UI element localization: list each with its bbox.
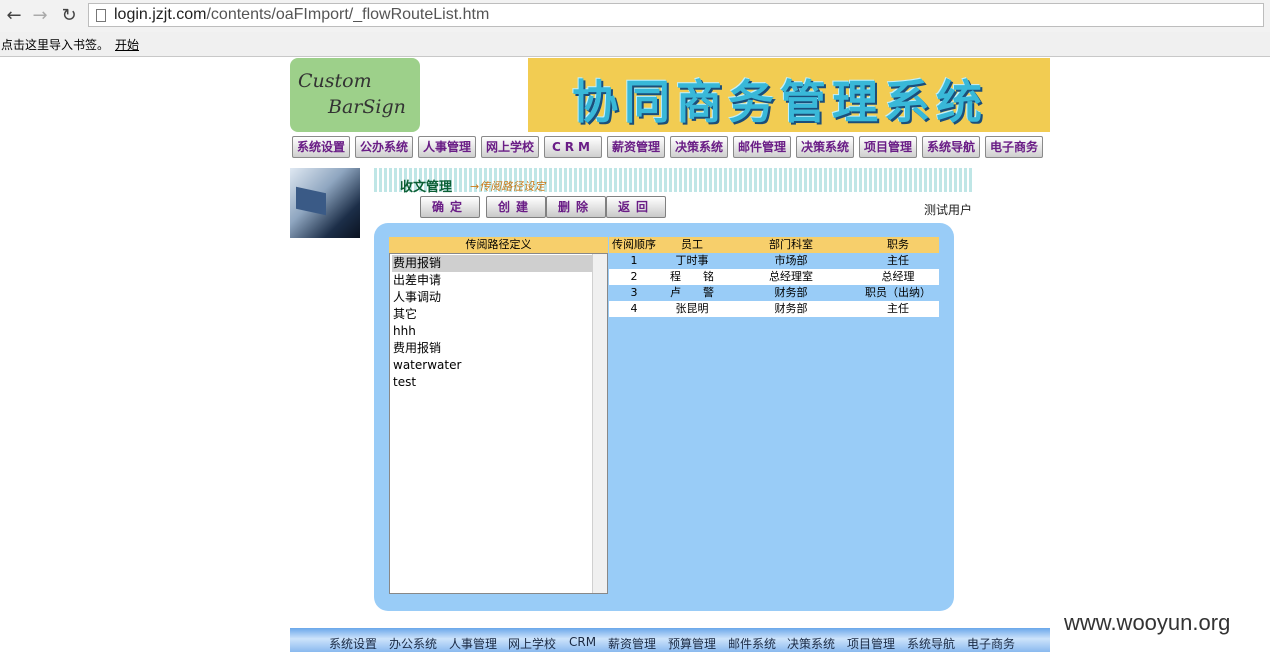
cell-employee: 张昆明: [675, 302, 709, 315]
section-header: 收文管理 →传阅路径设定: [374, 168, 974, 195]
cell-order: 3: [630, 286, 638, 299]
menu-item[interactable]: 项目管理: [859, 136, 917, 158]
cell-order: 1: [630, 254, 638, 267]
cell-position: 主任: [887, 302, 909, 315]
current-user: 测试用户: [924, 203, 973, 217]
list-item[interactable]: 费用报销: [392, 340, 594, 357]
confirm-button[interactable]: 确定: [420, 196, 480, 218]
cell-employee: 卢 警: [670, 286, 714, 299]
list-item[interactable]: hhh: [392, 323, 594, 340]
cell-department: 财务部: [774, 286, 808, 299]
footer-link[interactable]: 人事管理: [449, 635, 497, 652]
menu-item[interactable]: 人事管理: [418, 136, 476, 158]
cell-employee: 丁时事: [675, 254, 709, 267]
grid-header: 传阅顺序 员工 部门科室 职务: [609, 237, 939, 253]
cell-position: 主任: [887, 254, 909, 267]
menu-item[interactable]: 系统设置: [292, 136, 350, 158]
col-header-order: 传阅顺序: [612, 238, 656, 251]
company-logo: Custom BarSign: [290, 58, 420, 132]
list-item[interactable]: 人事调动: [392, 289, 594, 306]
menu-item[interactable]: 决策系统: [670, 136, 728, 158]
cell-position: 职员（出纳）: [865, 286, 931, 299]
menu-item[interactable]: 邮件管理: [733, 136, 791, 158]
cell-department: 市场部: [774, 254, 808, 267]
list-item[interactable]: 费用报销: [392, 255, 594, 272]
listbox-scrollbar[interactable]: [592, 254, 607, 593]
logo-text-line1: Custom: [298, 70, 372, 92]
cell-order: 4: [630, 302, 638, 315]
section-subtitle: →传阅路径设定: [470, 180, 546, 193]
watermark-text: www.wooyun.org: [1064, 610, 1231, 635]
system-title: 协同商务管理系统: [572, 75, 988, 129]
page-icon: [96, 9, 106, 22]
menu-item[interactable]: 公办系统: [355, 136, 413, 158]
forward-arrow-icon[interactable]: →: [28, 4, 52, 28]
footer-link[interactable]: 电子商务: [967, 635, 1015, 652]
footer-link[interactable]: 系统设置: [329, 635, 377, 652]
reload-icon[interactable]: ↻: [57, 4, 81, 28]
table-row[interactable]: 4 张昆明 财务部 主任: [609, 301, 939, 317]
logo-text-line2: BarSign: [328, 96, 406, 118]
list-item[interactable]: test: [392, 374, 594, 391]
bookmarks-bar: 点击这里导入书签。 开始: [0, 32, 1270, 57]
address-bar[interactable]: login.jzjt.com/contents/oaFImport/_flowR…: [88, 3, 1264, 27]
table-row[interactable]: 2 程 铭 总经理室 总经理: [609, 269, 939, 285]
col-header-employee: 员工: [681, 238, 703, 251]
list-item[interactable]: 其它: [392, 306, 594, 323]
footer-link[interactable]: CRM: [569, 635, 596, 649]
footer-link[interactable]: 邮件系统: [728, 635, 776, 652]
section-title: 收文管理: [400, 180, 453, 195]
route-list-header: 传阅路径定义: [389, 237, 608, 253]
footer-link[interactable]: 办公系统: [389, 635, 437, 652]
bookmarks-prompt[interactable]: 点击这里导入书签。: [1, 36, 109, 53]
bookmarks-start-link[interactable]: 开始: [115, 36, 139, 53]
back-arrow-icon[interactable]: ←: [2, 4, 26, 28]
footer-link[interactable]: 网上学校: [508, 635, 556, 652]
route-listbox[interactable]: 费用报销 出差申请 人事调动 其它 hhh 费用报销 waterwater te…: [389, 253, 608, 594]
menu-item[interactable]: CRM: [544, 136, 602, 158]
footer-link[interactable]: 预算管理: [668, 635, 716, 652]
menu-item[interactable]: 电子商务: [985, 136, 1043, 158]
footer-link[interactable]: 决策系统: [787, 635, 835, 652]
url-text: login.jzjt.com/contents/oaFImport/_flowR…: [114, 6, 490, 23]
top-menu: 系统设置 公办系统 人事管理 网上学校 CRM 薪资管理 决策系统 邮件管理 决…: [292, 136, 1048, 160]
cell-employee: 程 铭: [670, 270, 714, 283]
col-header-position: 职务: [887, 238, 909, 251]
table-row[interactable]: 1 丁时事 市场部 主任: [609, 253, 939, 269]
footer-link[interactable]: 薪资管理: [608, 635, 656, 652]
laptop-photo: [290, 168, 360, 238]
cell-department: 总经理室: [769, 270, 813, 283]
delete-button[interactable]: 删除: [546, 196, 606, 218]
menu-item[interactable]: 决策系统: [796, 136, 854, 158]
cell-department: 财务部: [774, 302, 808, 315]
laptop-screen-shape: [296, 186, 326, 216]
return-button[interactable]: 返回: [606, 196, 666, 218]
footer-link[interactable]: 系统导航: [907, 635, 955, 652]
menu-item[interactable]: 网上学校: [481, 136, 539, 158]
create-button[interactable]: 创建: [486, 196, 546, 218]
cell-order: 2: [630, 270, 638, 283]
browser-toolbar: ← → ↻ login.jzjt.com/contents/oaFImport/…: [0, 0, 1270, 32]
list-item[interactable]: 出差申请: [392, 272, 594, 289]
list-item[interactable]: waterwater: [392, 357, 594, 374]
menu-item[interactable]: 系统导航: [922, 136, 980, 158]
menu-item[interactable]: 薪资管理: [607, 136, 665, 158]
cell-position: 总经理: [881, 270, 915, 283]
footer-nav: 系统设置 办公系统 人事管理 网上学校 CRM 薪资管理 预算管理 邮件系统 决…: [290, 628, 1050, 652]
table-row[interactable]: 3 卢 警 财务部 职员（出纳）: [609, 285, 939, 301]
footer-link[interactable]: 项目管理: [847, 635, 895, 652]
col-header-department: 部门科室: [769, 238, 813, 251]
system-banner: 协同商务管理系统: [528, 58, 1050, 132]
